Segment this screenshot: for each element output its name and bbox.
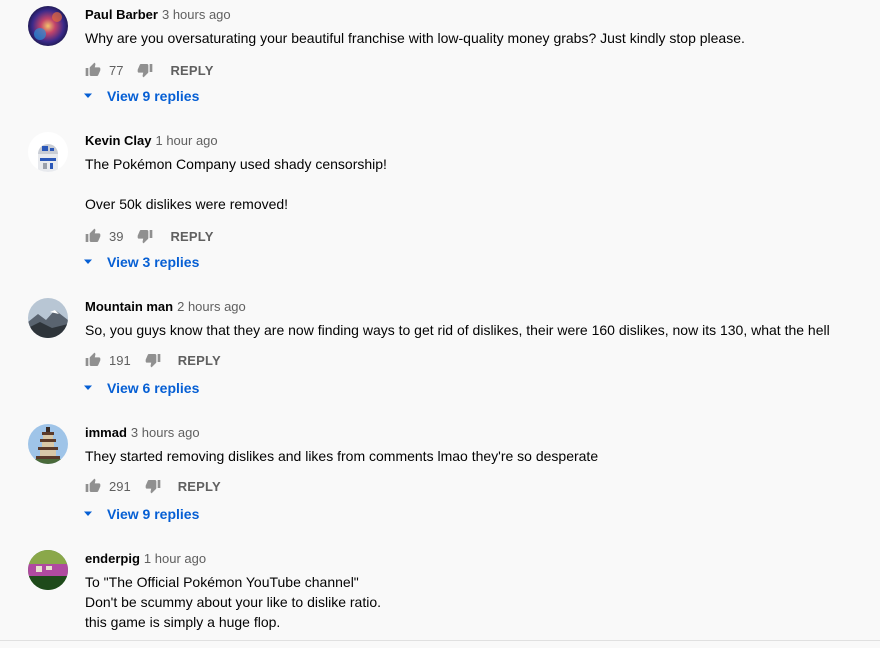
caret-down-icon	[82, 258, 94, 266]
comment-line: The Pokémon Company used shady censorshi…	[85, 156, 387, 172]
like-button[interactable]	[85, 228, 101, 244]
reply-button[interactable]: REPLY	[178, 353, 221, 368]
comment-actions: 39 REPLY	[85, 226, 214, 246]
avatar[interactable]	[28, 6, 68, 46]
comment-line: So, you guys know that they are now find…	[85, 322, 830, 338]
view-replies-button[interactable]: View 9 replies	[82, 86, 199, 106]
reply-button[interactable]: REPLY	[170, 229, 213, 244]
comment-actions: 291 REPLY	[85, 476, 221, 496]
robot-avatar-icon	[28, 132, 68, 172]
comment-line: Why are you oversaturating your beautifu…	[85, 30, 745, 46]
comment-text: So, you guys know that they are now find…	[85, 320, 830, 340]
like-count: 39	[109, 228, 124, 244]
thumb-up-icon	[85, 228, 101, 242]
thumb-down-icon	[145, 354, 161, 368]
thumb-up-icon	[85, 62, 101, 76]
pagoda-avatar-icon	[28, 424, 68, 464]
caret-down-icon	[82, 510, 94, 518]
thumb-down-icon	[138, 230, 153, 244]
view-replies-label: View 9 replies	[107, 88, 200, 104]
like-button[interactable]	[85, 352, 101, 368]
view-replies-button[interactable]: View 6 replies	[82, 378, 199, 398]
comment-time[interactable]: 3 hours ago	[162, 7, 231, 22]
comment-text: The Pokémon Company used shady censorshi…	[85, 154, 387, 214]
author-name[interactable]: Kevin Clay	[85, 133, 151, 148]
mountain-avatar-icon	[28, 298, 68, 338]
author-name[interactable]: immad	[85, 425, 127, 440]
like-button[interactable]	[85, 62, 101, 78]
like-count: 291	[109, 478, 131, 494]
comment-line: Don't be scummy about your like to disli…	[85, 594, 382, 610]
author-name[interactable]: Paul Barber	[85, 7, 158, 22]
avatar[interactable]	[28, 132, 68, 172]
comment-header: Paul Barber 3 hours ago	[85, 6, 231, 24]
galaxy-avatar-icon	[28, 6, 68, 46]
comment-time[interactable]: 3 hours ago	[131, 425, 200, 440]
dislike-button[interactable]	[145, 478, 161, 494]
author-name[interactable]: enderpig	[85, 551, 140, 566]
thumb-down-icon	[145, 480, 161, 494]
comment-line	[85, 174, 387, 194]
comment-text: To "The Official Pokémon YouTube channel…	[85, 572, 381, 632]
comment-time[interactable]: 2 hours ago	[177, 299, 246, 314]
comment-header: Kevin Clay 1 hour ago	[85, 132, 218, 150]
avatar[interactable]	[28, 550, 68, 590]
dislike-button[interactable]	[137, 228, 153, 244]
comment-line: They started removing dislikes and likes…	[85, 448, 599, 464]
comment-text: Why are you oversaturating your beautifu…	[85, 28, 745, 48]
like-button[interactable]	[85, 478, 101, 494]
view-replies-label: View 3 replies	[107, 254, 200, 270]
comment-header: Mountain man 2 hours ago	[85, 298, 246, 316]
dislike-button[interactable]	[137, 62, 153, 78]
view-replies-label: View 6 replies	[107, 380, 200, 396]
divider	[0, 640, 880, 641]
dislike-button[interactable]	[145, 352, 161, 368]
comment-line: Over 50k dislikes were removed!	[85, 196, 289, 212]
view-replies-button[interactable]: View 3 replies	[82, 252, 199, 272]
like-count: 191	[109, 352, 131, 368]
like-count: 77	[109, 62, 124, 78]
comment-time[interactable]: 1 hour ago	[155, 133, 217, 148]
comment-actions: 191 REPLY	[85, 350, 221, 370]
comment-header: enderpig 1 hour ago	[85, 550, 206, 568]
thumb-up-icon	[85, 478, 101, 492]
comment-header: immad 3 hours ago	[85, 424, 200, 442]
view-replies-button[interactable]: View 9 replies	[82, 504, 199, 524]
view-replies-label: View 9 replies	[107, 506, 200, 522]
author-name[interactable]: Mountain man	[85, 299, 173, 314]
comment-time[interactable]: 1 hour ago	[144, 551, 206, 566]
pixel-avatar-icon	[28, 550, 68, 590]
caret-down-icon	[82, 384, 94, 392]
comment-text: They started removing dislikes and likes…	[85, 446, 598, 466]
thumb-up-icon	[85, 352, 101, 366]
avatar[interactable]	[28, 424, 68, 464]
thumb-down-icon	[138, 64, 153, 78]
avatar[interactable]	[28, 298, 68, 338]
comment-actions: 77 REPLY	[85, 60, 214, 80]
comment-line: this game is simply a huge flop.	[85, 614, 281, 630]
reply-button[interactable]: REPLY	[170, 63, 213, 78]
reply-button[interactable]: REPLY	[178, 479, 221, 494]
caret-down-icon	[82, 92, 94, 100]
comment-line: To "The Official Pokémon YouTube channel…	[85, 574, 359, 590]
